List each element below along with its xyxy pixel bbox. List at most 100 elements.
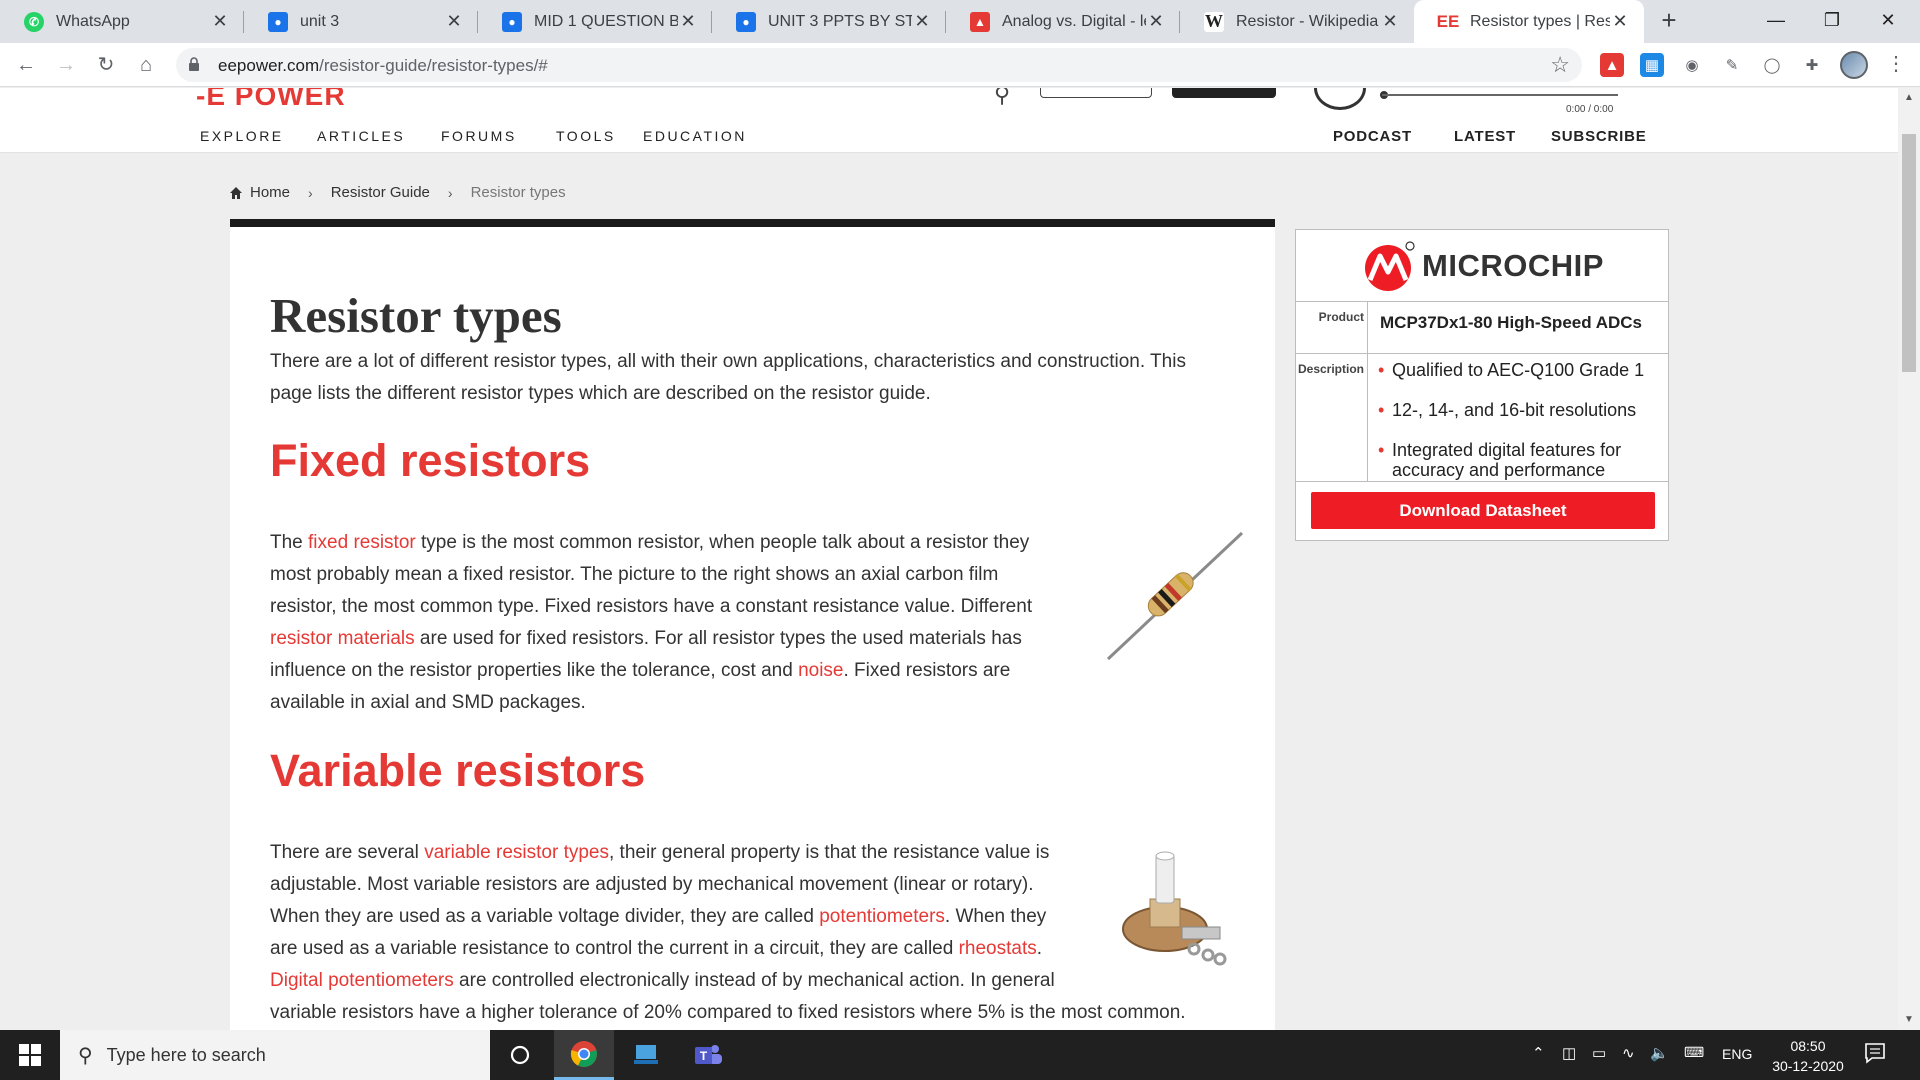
tab-whatsapp[interactable]: ✆ WhatsApp ✕	[0, 0, 244, 43]
text: are used as a variable resistance to con…	[270, 938, 959, 959]
text-line: most probably mean a fixed resistor. The…	[270, 564, 999, 585]
wifi-icon[interactable]: ∿	[1622, 1044, 1635, 1062]
page-title: Resistor types	[270, 288, 562, 343]
extensions-puzzle-icon[interactable]: ✚	[1800, 53, 1824, 77]
sync-extension-icon[interactable]: ◯	[1760, 53, 1784, 77]
nav-tools[interactable]: TOOLS	[556, 128, 616, 144]
minimize-button[interactable]: —	[1748, 0, 1804, 43]
header-login-button[interactable]	[1040, 88, 1152, 98]
close-tab-icon[interactable]: ✕	[444, 11, 464, 32]
text: , their general property is that the res…	[608, 842, 1050, 863]
close-tab-icon[interactable]: ✕	[678, 11, 698, 32]
tab-resistor-wikipedia[interactable]: W Resistor - Wikipedia ✕	[1180, 0, 1414, 43]
nav-podcast[interactable]: PODCAST	[1333, 128, 1412, 145]
tab-analog-vs-digital[interactable]: ▲ Analog vs. Digital - lear ✕	[946, 0, 1180, 43]
new-tab-button[interactable]: +	[1654, 6, 1684, 36]
task-view-button[interactable]	[490, 1030, 550, 1080]
language-indicator[interactable]: ENG	[1722, 1046, 1752, 1062]
article-content: Resistor types There are a lot of differ…	[230, 219, 1275, 1030]
close-tab-icon[interactable]: ✕	[1610, 11, 1630, 32]
eyedropper-extension-icon[interactable]: ✎	[1720, 53, 1744, 77]
digital-potentiometers-link[interactable]: Digital potentiometers	[270, 970, 454, 991]
tab-title: unit 3	[300, 12, 340, 30]
browser-menu-icon[interactable]: ⋮	[1886, 51, 1906, 76]
camera-extension-icon[interactable]: ◉	[1680, 53, 1704, 77]
noise-link[interactable]: noise	[798, 660, 843, 681]
url-host: eepower.com	[218, 56, 320, 75]
breadcrumb-resistor-guide[interactable]: Resistor Guide	[331, 184, 430, 201]
tab-unit3-ppts[interactable]: ● UNIT 3 PPTS BY STUDE ✕	[712, 0, 946, 43]
scroll-up-arrow-icon[interactable]: ▲	[1898, 88, 1920, 108]
start-button[interactable]	[0, 1030, 60, 1080]
address-bar[interactable]: eepower.com/resistor-guide/resistor-type…	[176, 48, 1582, 82]
text-line: variable resistors have a higher toleran…	[270, 1002, 1186, 1023]
classroom-icon: ●	[736, 11, 756, 32]
tray-overflow-icon[interactable]: ⌃	[1532, 1044, 1545, 1062]
tab-resistor-types[interactable]: EE Resistor types | Resisto ✕	[1414, 0, 1644, 43]
notification-center-icon[interactable]	[1864, 1042, 1886, 1064]
tray-device-icon[interactable]: ◫	[1562, 1044, 1576, 1062]
back-button[interactable]: ←	[10, 49, 42, 81]
ad-brand-header: MICROCHIP	[1296, 230, 1668, 302]
variable-resistor-types-link[interactable]: variable resistor types	[424, 842, 609, 863]
close-tab-icon[interactable]: ✕	[1146, 11, 1166, 32]
taskbar-search-box[interactable]: ⚲ Type here to search	[60, 1030, 490, 1080]
close-tab-icon[interactable]: ✕	[210, 11, 230, 32]
nav-forums[interactable]: FORUMS	[441, 128, 517, 144]
podcast-time: 0:00 / 0:00	[1566, 104, 1614, 115]
close-tab-icon[interactable]: ✕	[1380, 11, 1400, 32]
wikipedia-icon: W	[1204, 11, 1224, 32]
battery-icon[interactable]: ▭	[1592, 1044, 1606, 1062]
download-datasheet-button[interactable]: Download Datasheet	[1311, 492, 1655, 529]
potentiometers-link[interactable]: potentiometers	[819, 906, 945, 927]
rheostats-link[interactable]: rheostats	[959, 938, 1037, 959]
page-scrollbar[interactable]: ▲ ▼	[1898, 88, 1920, 1030]
ad-product-label: Product	[1296, 302, 1368, 353]
taskbar-chrome[interactable]	[554, 1030, 614, 1080]
volume-icon[interactable]: 🔈	[1650, 1044, 1669, 1062]
nav-articles[interactable]: ARTICLES	[317, 128, 405, 144]
fixed-resistor-link[interactable]: fixed resistor	[308, 532, 416, 553]
taskbar-file-app[interactable]	[616, 1030, 676, 1080]
breadcrumb-home[interactable]: Home	[250, 184, 290, 201]
axial-resistor-image	[1106, 531, 1244, 661]
nav-latest[interactable]: LATEST	[1454, 128, 1516, 145]
screen-extension-icon[interactable]: ▦	[1640, 53, 1664, 77]
home-button[interactable]: ⌂	[130, 49, 162, 81]
microchip-advertisement[interactable]: MICROCHIP Product MCP37Dx1-80 High-Speed…	[1295, 229, 1669, 541]
pdf-icon: ▲	[970, 11, 990, 32]
text: There are several	[270, 842, 425, 863]
scrollbar-thumb[interactable]	[1902, 134, 1916, 372]
ad-product-row: Product MCP37Dx1-80 High-Speed ADCs	[1296, 302, 1668, 354]
whatsapp-icon: ✆	[24, 11, 44, 32]
close-window-button[interactable]: ✕	[1860, 0, 1916, 43]
site-search-icon[interactable]: ⚲	[994, 88, 1010, 108]
resistor-materials-link[interactable]: resistor materials	[270, 628, 415, 649]
site-logo[interactable]: -E POWER	[196, 88, 346, 112]
tab-unit3[interactable]: ● unit 3 ✕	[244, 0, 478, 43]
taskbar-clock[interactable]: 08:50 30-12-2020	[1760, 1036, 1856, 1076]
tab-mid1-question-bank[interactable]: ● MID 1 QUESTION BAN ✕	[478, 0, 712, 43]
close-tab-icon[interactable]: ✕	[912, 11, 932, 32]
podcast-play-button[interactable]	[1314, 88, 1366, 110]
forward-button[interactable]: →	[50, 49, 82, 81]
podcast-progress-bar[interactable]	[1382, 94, 1618, 96]
text: The	[270, 532, 309, 553]
microchip-logo-icon	[1365, 240, 1415, 291]
acrobat-extension-icon[interactable]: ▲	[1600, 53, 1624, 77]
taskbar-teams[interactable]: T	[678, 1030, 738, 1080]
classroom-icon: ●	[268, 11, 288, 32]
bookmark-star-icon[interactable]: ☆	[1550, 52, 1570, 78]
nav-explore[interactable]: EXPLORE	[200, 128, 284, 144]
reload-button[interactable]: ↻	[90, 49, 122, 81]
profile-avatar[interactable]	[1840, 51, 1868, 79]
nav-education[interactable]: EDUCATION	[643, 128, 747, 144]
teams-icon: T	[695, 1045, 722, 1064]
maximize-button[interactable]: ❐	[1804, 0, 1860, 43]
keyboard-icon[interactable]: ⌨	[1684, 1044, 1704, 1061]
nav-subscribe[interactable]: SUBSCRIBE	[1551, 128, 1647, 145]
header-join-button[interactable]	[1172, 88, 1276, 98]
text: . Fixed resistors are	[843, 660, 1011, 681]
scroll-down-arrow-icon[interactable]: ▼	[1898, 1010, 1920, 1030]
task-view-icon	[510, 1045, 530, 1065]
